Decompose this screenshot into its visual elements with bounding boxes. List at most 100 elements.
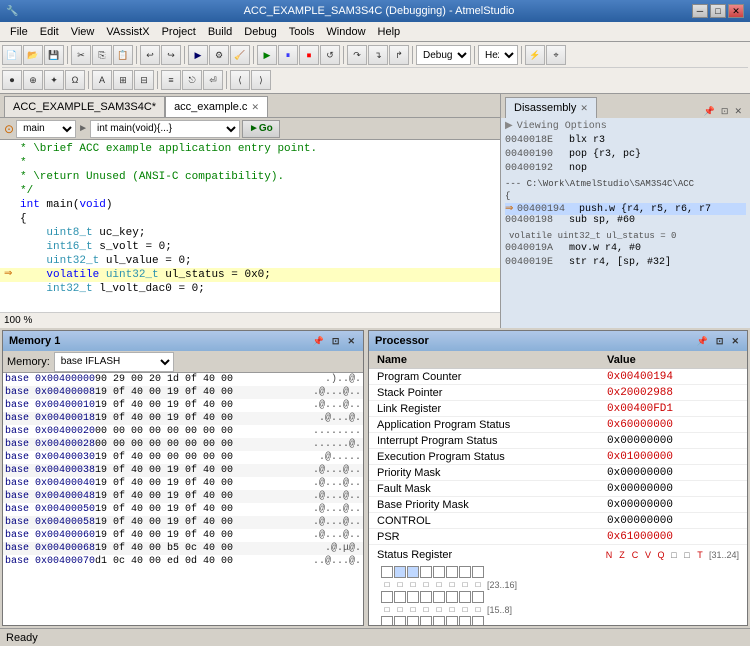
bit-10[interactable] [446, 616, 458, 625]
tb-open[interactable]: 📂 [23, 45, 43, 65]
bit-14[interactable] [394, 616, 406, 625]
tab-project[interactable]: ACC_EXAMPLE_SAM3S4C* [4, 96, 165, 117]
maximize-button[interactable]: □ [710, 4, 726, 18]
tb2-10[interactable]: ⏎ [203, 70, 223, 90]
proc-row-basepri[interactable]: Base Priority Mask 0x00000000 [369, 497, 747, 513]
bit-15[interactable] [381, 616, 393, 625]
bit-12[interactable] [420, 616, 432, 625]
tab-accexample[interactable]: acc_example.c ✕ [165, 96, 268, 117]
disasm-viewing-options[interactable]: ▶ Viewing Options [505, 120, 746, 132]
bit-C[interactable] [407, 566, 419, 578]
tb2-7[interactable]: ⊟ [134, 70, 154, 90]
tb-step-over[interactable]: ↷ [347, 45, 367, 65]
memory-pin-btn[interactable]: 📌 [311, 335, 326, 348]
proc-row-psr[interactable]: PSR 0x61000000 [369, 529, 747, 545]
processor-float-btn[interactable]: ⊡ [714, 335, 726, 348]
proc-row-pc[interactable]: Program Counter 0x00400194 [369, 369, 747, 385]
menu-help[interactable]: Help [372, 24, 407, 40]
disasm-tab-close[interactable]: ✕ [580, 103, 588, 114]
disasm-pin-btn[interactable]: 📌 [702, 105, 717, 118]
memory-close-btn[interactable]: ✕ [345, 335, 357, 348]
code-editor[interactable]: * \brief ACC example application entry p… [0, 140, 500, 312]
bit-11[interactable] [433, 616, 445, 625]
menu-build[interactable]: Build [202, 24, 238, 40]
tb2-9[interactable]: ⎋ [182, 70, 202, 90]
tb-step-out[interactable]: ↱ [389, 45, 409, 65]
bit-20[interactable] [420, 591, 432, 603]
tb-clean[interactable]: 🧹 [230, 45, 250, 65]
minimize-button[interactable]: ─ [692, 4, 708, 18]
bit-21[interactable] [407, 591, 419, 603]
tb2-6[interactable]: ⊞ [113, 70, 133, 90]
menu-vassistx[interactable]: VAssistX [100, 24, 155, 40]
tab-close-icon[interactable]: ✕ [251, 102, 259, 113]
menu-view[interactable]: View [65, 24, 101, 40]
tb2-8[interactable]: ≡ [161, 70, 181, 90]
bit-13[interactable] [407, 616, 419, 625]
tb-paste[interactable]: 📋 [113, 45, 133, 65]
bit-23[interactable] [381, 591, 393, 603]
bit-8[interactable] [472, 616, 484, 625]
bit-22[interactable] [394, 591, 406, 603]
tb-restart[interactable]: ↺ [320, 45, 340, 65]
proc-row-primask[interactable]: Priority Mask 0x00000000 [369, 465, 747, 481]
tb-extra2[interactable]: ⌖ [546, 45, 566, 65]
tb2-1[interactable]: ⏺ [2, 70, 22, 90]
bit-19[interactable] [433, 591, 445, 603]
tb-redo[interactable]: ↪ [161, 45, 181, 65]
proc-row-sp[interactable]: Stack Pointer 0x20002988 [369, 385, 747, 401]
bit-Q[interactable] [433, 566, 445, 578]
proc-row-control[interactable]: CONTROL 0x00000000 [369, 513, 747, 529]
menu-edit[interactable]: Edit [34, 24, 65, 40]
processor-pin-btn[interactable]: 📌 [695, 335, 710, 348]
tb-save[interactable]: 💾 [44, 45, 64, 65]
processor-close-btn[interactable]: ✕ [729, 335, 741, 348]
tb-extra1[interactable]: ⚡ [525, 45, 545, 65]
disasm-close-btn[interactable]: ✕ [732, 105, 744, 118]
menu-tools[interactable]: Tools [283, 24, 321, 40]
bit-Z[interactable] [394, 566, 406, 578]
bit-9[interactable] [459, 616, 471, 625]
bit-T[interactable] [472, 566, 484, 578]
menu-window[interactable]: Window [320, 24, 371, 40]
tb2-4[interactable]: Ω [65, 70, 85, 90]
tb-copy[interactable]: ⎘ [92, 45, 112, 65]
menu-project[interactable]: Project [156, 24, 202, 40]
tb-cut[interactable]: ✂ [71, 45, 91, 65]
disasm-tab[interactable]: Disassembly ✕ [505, 97, 597, 118]
function-scope-dropdown[interactable]: main [16, 120, 76, 138]
tb-pause[interactable]: ⏸ [278, 45, 298, 65]
disasm-float-btn[interactable]: ⊡ [719, 105, 731, 118]
tb-new[interactable]: 📄 [2, 45, 22, 65]
memory-base-dropdown[interactable]: base IFLASH [54, 352, 174, 372]
hex-dropdown[interactable]: Hex [478, 45, 518, 65]
tb2-12[interactable]: ⟩ [251, 70, 271, 90]
function-name-dropdown[interactable]: int main(void){...} [90, 120, 240, 138]
tb2-2[interactable]: ⊕ [23, 70, 43, 90]
bit-V[interactable] [420, 566, 432, 578]
bit-17[interactable] [459, 591, 471, 603]
bit-16[interactable] [472, 591, 484, 603]
bit-7[interactable] [459, 566, 471, 578]
tb2-5[interactable]: A [92, 70, 112, 90]
tb2-3[interactable]: ✦ [44, 70, 64, 90]
close-button[interactable]: ✕ [728, 4, 744, 18]
debug-config-dropdown[interactable]: Debug Release [416, 45, 471, 65]
tb-step-in[interactable]: ↴ [368, 45, 388, 65]
tb-rebuild[interactable]: ⚙ [209, 45, 229, 65]
memory-float-btn[interactable]: ⊡ [330, 335, 342, 348]
menu-debug[interactable]: Debug [238, 24, 282, 40]
bit-6[interactable] [446, 566, 458, 578]
proc-row-apsr[interactable]: Application Program Status 0x60000000 [369, 417, 747, 433]
tb-start-debug[interactable]: ▶ [257, 45, 277, 65]
proc-row-epsr[interactable]: Execution Program Status 0x01000000 [369, 449, 747, 465]
proc-row-faultmask[interactable]: Fault Mask 0x00000000 [369, 481, 747, 497]
tb-undo[interactable]: ↩ [140, 45, 160, 65]
proc-row-lr[interactable]: Link Register 0x00400FD1 [369, 401, 747, 417]
go-button[interactable]: ►Go [242, 120, 280, 138]
tb2-11[interactable]: ⟨ [230, 70, 250, 90]
bit-18[interactable] [446, 591, 458, 603]
proc-row-ipsr[interactable]: Interrupt Program Status 0x00000000 [369, 433, 747, 449]
tb-stop[interactable]: ⏹ [299, 45, 319, 65]
bit-N[interactable] [381, 566, 393, 578]
